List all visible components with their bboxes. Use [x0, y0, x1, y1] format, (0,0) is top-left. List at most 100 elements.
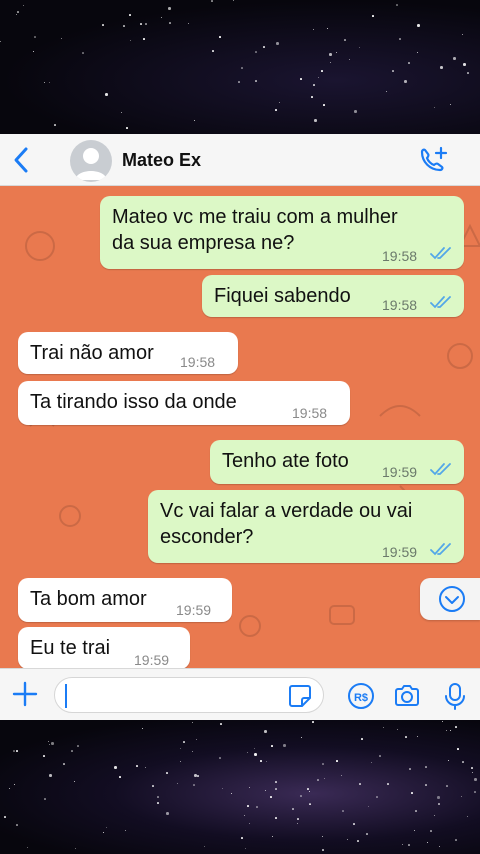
star — [275, 817, 277, 819]
star — [241, 837, 243, 839]
star — [450, 104, 451, 105]
star — [241, 67, 243, 69]
message-composer: R$ — [0, 668, 480, 720]
phone-plus-icon[interactable] — [416, 146, 450, 176]
star — [387, 783, 389, 785]
star — [463, 63, 466, 66]
sticker-icon[interactable] — [287, 683, 313, 709]
star — [16, 14, 17, 15]
star — [396, 4, 398, 6]
star — [322, 849, 324, 851]
star — [275, 781, 277, 783]
star — [409, 768, 411, 770]
star — [372, 15, 374, 17]
star — [265, 790, 266, 791]
incoming-message[interactable]: Ta tirando isso da onde 19:58 — [18, 381, 350, 425]
star — [49, 82, 50, 83]
star — [204, 846, 205, 847]
message-input[interactable] — [54, 677, 324, 713]
star — [309, 791, 310, 792]
star — [145, 23, 147, 25]
plus-icon[interactable] — [12, 681, 38, 707]
star — [54, 124, 56, 126]
star — [457, 748, 459, 750]
star — [341, 775, 342, 776]
read-receipt-icon — [430, 247, 451, 260]
star — [177, 783, 178, 784]
pix-label: R$ — [354, 692, 368, 704]
star — [140, 23, 142, 25]
star — [417, 24, 420, 27]
star — [16, 750, 18, 752]
star — [192, 722, 193, 723]
star — [371, 762, 372, 763]
star — [471, 767, 473, 769]
star — [103, 832, 104, 833]
chat-header: Mateo Ex — [0, 134, 480, 186]
message-time: 19:59 — [382, 464, 418, 480]
star — [193, 784, 195, 786]
star — [255, 51, 257, 53]
star — [102, 24, 104, 26]
avatar[interactable] — [70, 140, 112, 182]
star — [123, 25, 125, 27]
star — [254, 753, 257, 756]
camera-icon[interactable] — [392, 681, 422, 711]
star — [142, 728, 143, 729]
star — [49, 774, 52, 777]
star — [450, 730, 451, 731]
star — [321, 70, 323, 72]
pix-icon[interactable]: R$ — [346, 681, 376, 711]
star — [297, 823, 298, 824]
star — [283, 744, 286, 747]
star — [247, 805, 249, 807]
star — [397, 729, 398, 730]
star — [27, 847, 28, 848]
microphone-icon[interactable] — [440, 681, 470, 711]
star — [314, 119, 317, 122]
star — [404, 80, 407, 83]
star — [71, 750, 73, 752]
incoming-message[interactable]: Ta bom amor 19:59 — [18, 578, 232, 622]
star — [425, 784, 427, 786]
outgoing-message[interactable]: Mateo vc me traiu com a mulher da sua em… — [100, 196, 464, 269]
message-time: 19:59 — [382, 544, 418, 560]
star — [238, 81, 240, 83]
star — [300, 795, 302, 797]
star — [157, 796, 159, 798]
star — [368, 806, 369, 807]
star — [143, 38, 145, 40]
outgoing-message[interactable]: Tenho ate foto 19:59 — [210, 440, 464, 484]
star — [301, 737, 302, 738]
outgoing-message[interactable]: Fiquei sabendo 19:58 — [202, 275, 464, 317]
star — [434, 107, 435, 108]
star — [169, 22, 171, 24]
star — [4, 816, 6, 818]
message-time: 19:59 — [176, 602, 212, 618]
incoming-message[interactable]: Trai não amor 19:58 — [18, 332, 238, 374]
outgoing-message[interactable]: Vc vai falar a verdade ou vai esconder? … — [148, 490, 464, 563]
star — [263, 46, 265, 48]
contact-name[interactable]: Mateo Ex — [122, 150, 201, 171]
scroll-to-bottom-button[interactable] — [420, 578, 480, 620]
star — [166, 772, 168, 774]
star — [453, 57, 456, 60]
star — [392, 70, 394, 72]
star — [425, 766, 427, 768]
star — [462, 761, 464, 763]
star — [327, 28, 328, 29]
star — [275, 788, 277, 790]
chevron-left-icon[interactable] — [10, 145, 34, 175]
star — [272, 836, 273, 837]
incoming-message[interactable]: Eu te trai 19:59 — [18, 627, 190, 669]
star — [75, 848, 76, 849]
star — [434, 815, 435, 816]
star — [161, 17, 162, 18]
message-time: 19:58 — [292, 405, 328, 421]
star — [415, 810, 417, 812]
text-caret — [65, 684, 67, 708]
star — [417, 52, 418, 53]
message-list[interactable]: Mateo vc me traiu com a mulher da sua em… — [0, 186, 480, 669]
star — [440, 66, 443, 69]
star — [323, 104, 325, 106]
